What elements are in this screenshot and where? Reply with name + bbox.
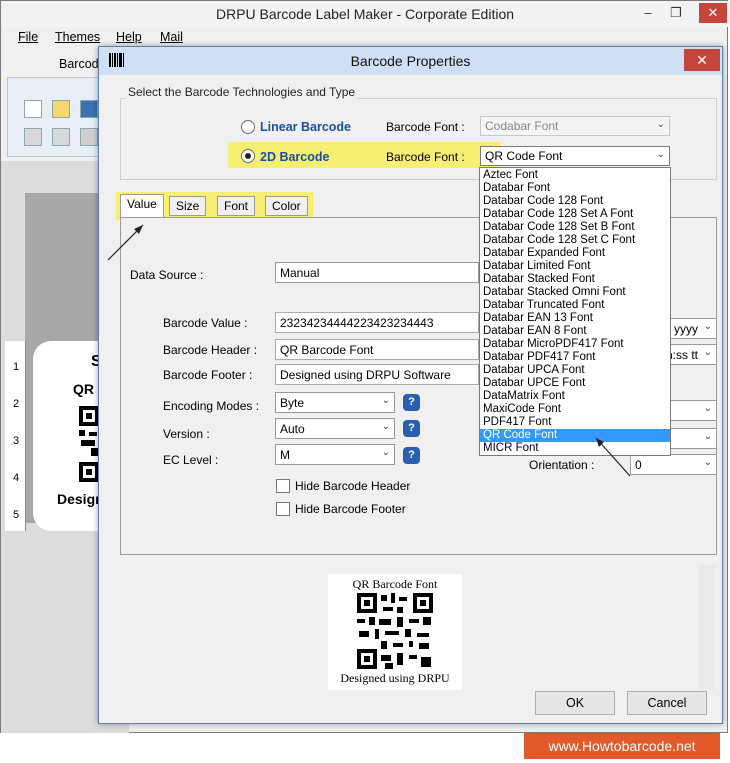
watermark-banner[interactable]: www.Howtobarcode.net — [524, 733, 720, 759]
annotation-arrows — [107, 224, 631, 477]
